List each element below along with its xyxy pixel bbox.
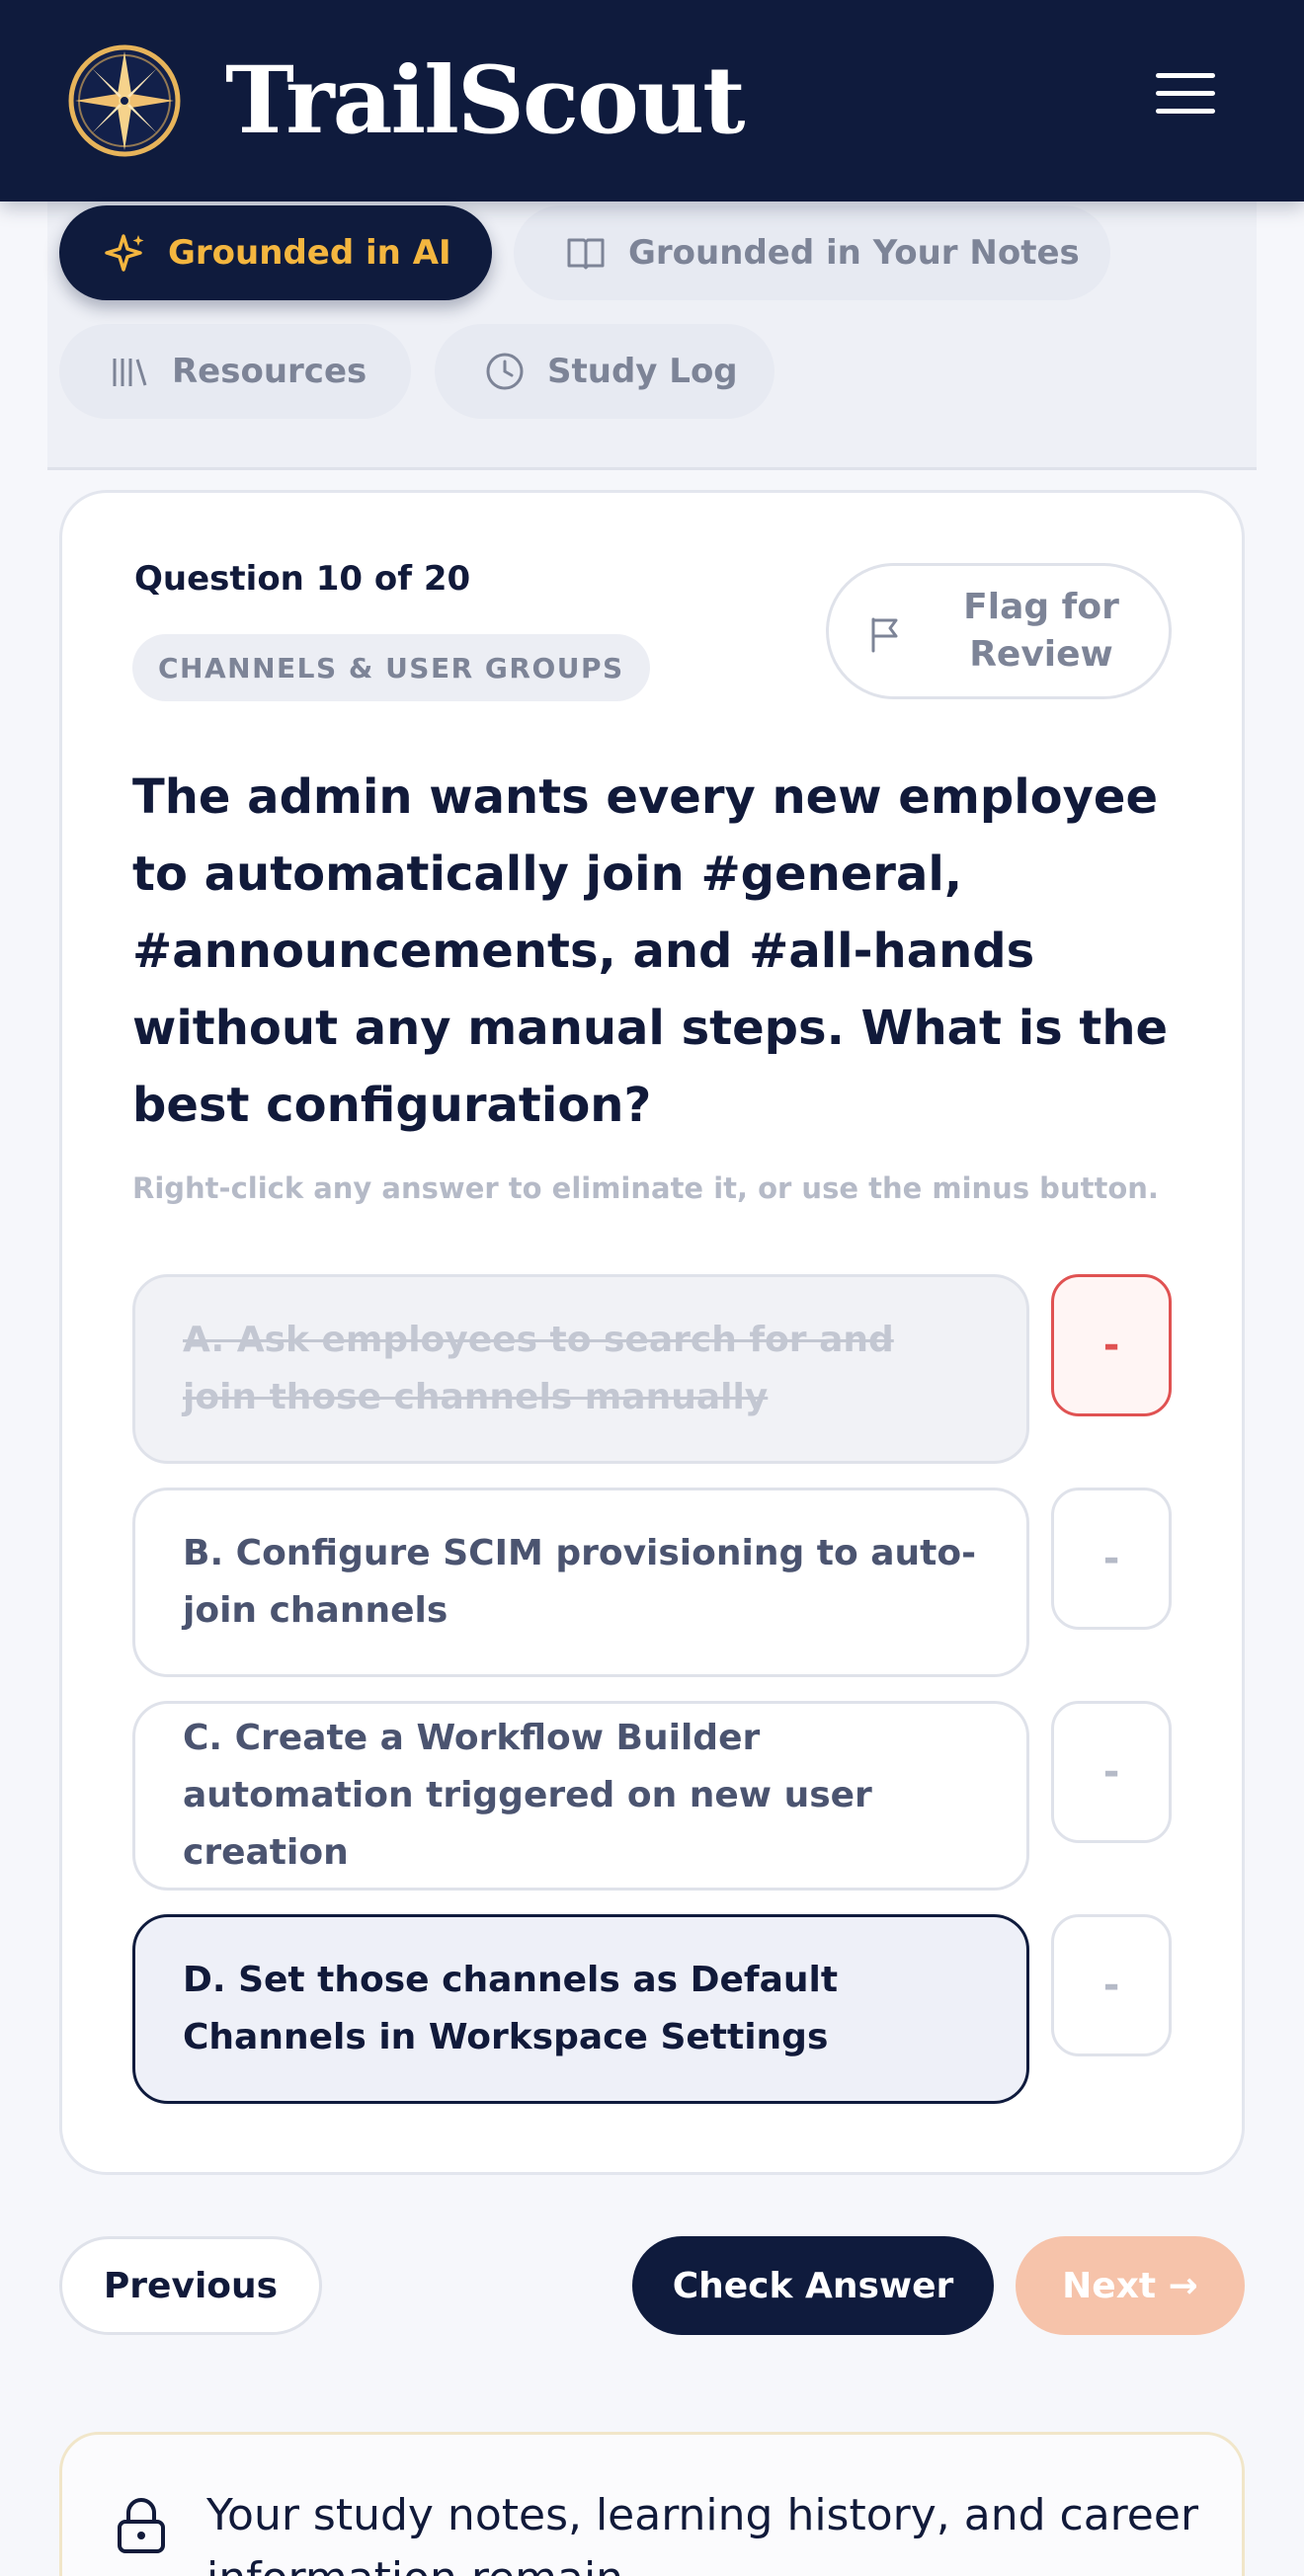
eliminate-button-c[interactable]: - — [1051, 1701, 1172, 1843]
answer-option-label: B. Configure SCIM provisioning to auto-j… — [183, 1533, 977, 1631]
privacy-notice: Your study notes, learning history, and … — [59, 2432, 1245, 2576]
minus-icon: - — [1102, 1749, 1120, 1795]
minus-icon: - — [1102, 1963, 1120, 2008]
lock-icon — [118, 2498, 165, 2553]
tab-grounded-in-ai[interactable]: Grounded in AI — [59, 205, 492, 300]
flag-label: Flag for Review — [963, 587, 1119, 675]
question-text: The admin wants every new employee to au… — [132, 769, 1169, 1133]
tab-resources[interactable]: Resources — [59, 324, 411, 419]
hamburger-menu-icon[interactable] — [1156, 73, 1215, 128]
flag-for-review-button[interactable]: Flag for Review — [826, 563, 1172, 699]
answer-option-c[interactable]: C. Create a Workflow Builder automation … — [132, 1701, 1029, 1891]
minus-icon: - — [1102, 1536, 1120, 1581]
previous-button[interactable]: Previous — [59, 2236, 322, 2335]
compass-logo-icon — [68, 44, 181, 157]
answer-option-label: C. Create a Workflow Builder automation … — [183, 1718, 872, 1873]
tab-grounded-in-your-notes[interactable]: Grounded in Your Notes — [514, 205, 1110, 300]
tab-label: Grounded in AI — [168, 233, 451, 273]
eliminate-hint: Right-click any answer to eliminate it, … — [132, 1171, 1159, 1205]
app-header: TrailScout — [0, 0, 1304, 201]
tab-study-log[interactable]: Study Log — [435, 324, 774, 419]
answer-option-d[interactable]: D. Set those channels as Default Channel… — [132, 1914, 1029, 2104]
library-icon — [113, 359, 147, 386]
tab-label: Study Log — [547, 352, 738, 391]
brand-name: TrailScout — [225, 46, 746, 155]
answer-option-b[interactable]: B. Configure SCIM provisioning to auto-j… — [132, 1488, 1029, 1677]
tab-label: Grounded in Your Notes — [628, 233, 1080, 273]
minus-icon: - — [1102, 1323, 1120, 1368]
sparkle-icon — [105, 234, 144, 272]
check-answer-button[interactable]: Check Answer — [632, 2236, 994, 2335]
question-progress: Question 10 of 20 — [134, 559, 471, 599]
answer-option-label: D. Set those channels as Default Channel… — [183, 1960, 839, 2057]
privacy-notice-text: Your study notes, learning history, and … — [206, 2490, 1199, 2576]
answer-option-a[interactable]: A. Ask employees to search for and join … — [132, 1274, 1029, 1464]
next-button[interactable]: Next → — [1016, 2236, 1245, 2335]
book-icon — [567, 238, 605, 270]
clock-icon — [486, 353, 524, 390]
topic-badge: CHANNELS & USER GROUPS — [132, 634, 650, 701]
tab-label: Resources — [172, 352, 367, 391]
eliminate-button-d[interactable]: - — [1051, 1914, 1172, 2056]
flag-icon — [871, 617, 898, 653]
eliminate-button-b[interactable]: - — [1051, 1488, 1172, 1630]
answer-option-label: A. Ask employees to search for and join … — [183, 1320, 894, 1417]
eliminate-button-a[interactable]: - — [1051, 1274, 1172, 1416]
